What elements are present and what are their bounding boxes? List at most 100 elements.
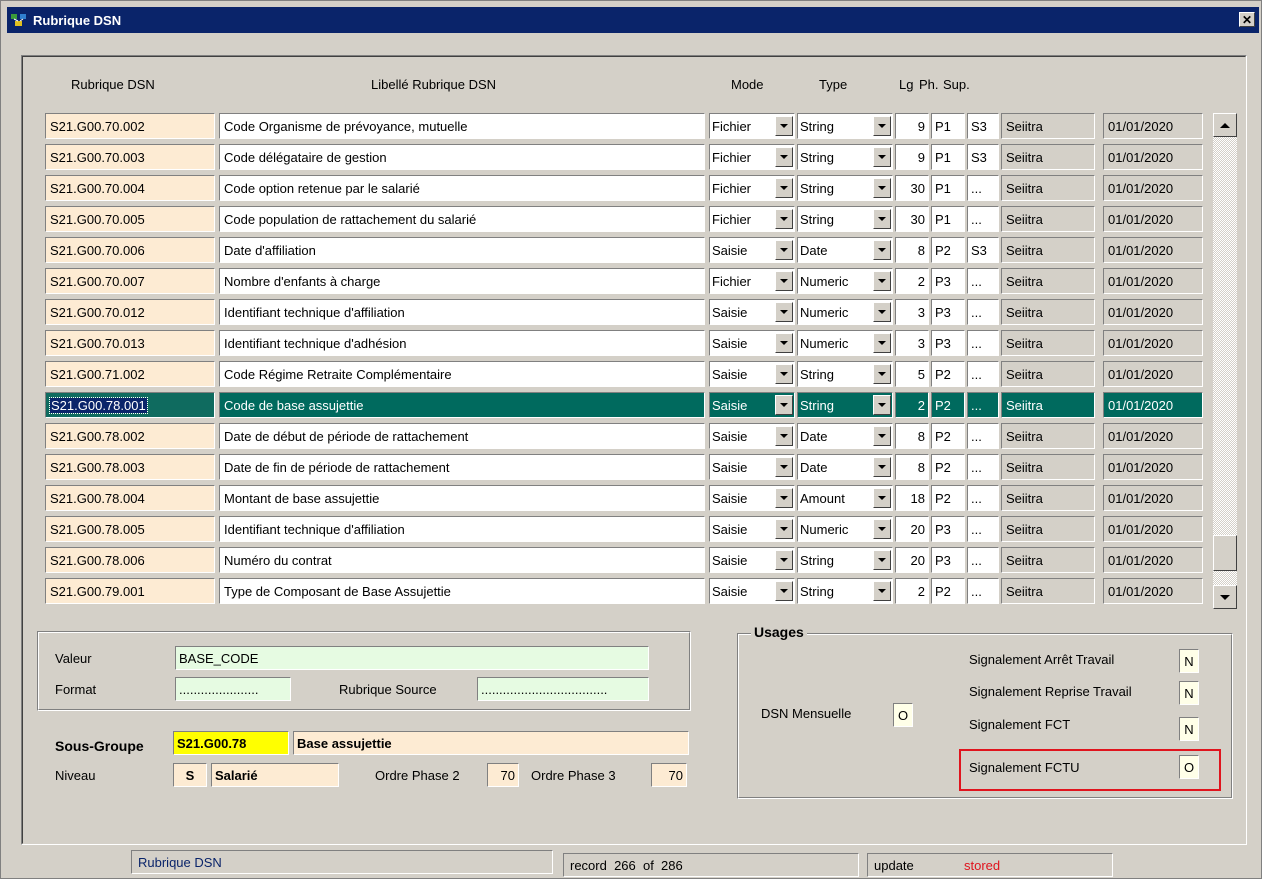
phase-cell[interactable]: P1: [931, 113, 965, 139]
rubrique-code-cell[interactable]: S21.G00.70.012: [45, 299, 215, 325]
sup-cell[interactable]: ...: [967, 299, 999, 325]
libelle-cell[interactable]: Date de fin de période de rattachement: [219, 454, 705, 480]
libelle-cell[interactable]: Identifiant technique d'adhésion: [219, 330, 705, 356]
length-cell[interactable]: 8: [895, 237, 929, 263]
dropdown-arrow-icon[interactable]: [873, 209, 891, 229]
table-row[interactable]: S21.G00.70.002 Code Organisme de prévoyan…: [45, 113, 1205, 140]
format-field[interactable]: ......................: [175, 677, 291, 701]
table-row[interactable]: S21.G00.71.002 Code Régime Retraite Compl…: [45, 361, 1205, 388]
arret-travail-field[interactable]: N: [1179, 649, 1199, 673]
rubrique-code-cell[interactable]: S21.G00.71.002: [45, 361, 215, 387]
rubrique-code-cell[interactable]: S21.G00.70.002: [45, 113, 215, 139]
libelle-cell[interactable]: Montant de base assujettie: [219, 485, 705, 511]
rubrique-code-cell[interactable]: S21.G00.78.001: [45, 392, 215, 418]
mode-dropdown[interactable]: Fichier: [709, 113, 795, 139]
table-row[interactable]: S21.G00.78.003 Date de fin de période de …: [45, 454, 1205, 481]
dsn-mensuelle-field[interactable]: O: [893, 703, 913, 727]
sup-cell[interactable]: S3: [967, 144, 999, 170]
table-row[interactable]: S21.G00.70.003 Code délégataire de gestio…: [45, 144, 1205, 171]
close-icon[interactable]: ✕: [1239, 12, 1255, 27]
phase-cell[interactable]: P1: [931, 206, 965, 232]
mode-dropdown[interactable]: Saisie: [709, 423, 795, 449]
libelle-cell[interactable]: Type de Composant de Base Assujettie: [219, 578, 705, 604]
table-row[interactable]: S21.G00.78.001 Code de base assujettie Sai…: [45, 392, 1205, 419]
fct-field[interactable]: N: [1179, 717, 1199, 741]
length-cell[interactable]: 9: [895, 113, 929, 139]
dropdown-arrow-icon[interactable]: [775, 302, 793, 322]
rubrique-code-cell[interactable]: S21.G00.70.007: [45, 268, 215, 294]
length-cell[interactable]: 8: [895, 454, 929, 480]
length-cell[interactable]: 2: [895, 268, 929, 294]
grid-scrollbar[interactable]: [1213, 113, 1237, 609]
phase-cell[interactable]: P2: [931, 361, 965, 387]
dropdown-arrow-icon[interactable]: [873, 550, 891, 570]
dropdown-arrow-icon[interactable]: [775, 333, 793, 353]
type-dropdown[interactable]: String: [797, 392, 893, 418]
rubrique-code-cell[interactable]: S21.G00.78.003: [45, 454, 215, 480]
ordre-phase2-field[interactable]: 70: [487, 763, 519, 787]
mode-dropdown[interactable]: Saisie: [709, 392, 795, 418]
dropdown-arrow-icon[interactable]: [775, 271, 793, 291]
rubrique-code-cell[interactable]: S21.G00.78.006: [45, 547, 215, 573]
dropdown-arrow-icon[interactable]: [775, 116, 793, 136]
sous-groupe-code-field[interactable]: S21.G00.78: [173, 731, 289, 755]
fctu-field[interactable]: O: [1179, 755, 1199, 779]
phase-cell[interactable]: P1: [931, 175, 965, 201]
dropdown-arrow-icon[interactable]: [873, 488, 891, 508]
dropdown-arrow-icon[interactable]: [873, 364, 891, 384]
dropdown-arrow-icon[interactable]: [775, 488, 793, 508]
rubrique-code-cell[interactable]: S21.G00.70.003: [45, 144, 215, 170]
length-cell[interactable]: 2: [895, 392, 929, 418]
libelle-cell[interactable]: Code Organisme de prévoyance, mutuelle: [219, 113, 705, 139]
dropdown-arrow-icon[interactable]: [873, 581, 891, 601]
rubrique-code-cell[interactable]: S21.G00.78.004: [45, 485, 215, 511]
libelle-cell[interactable]: Code de base assujettie: [219, 392, 705, 418]
phase-cell[interactable]: P1: [931, 144, 965, 170]
sup-cell[interactable]: ...: [967, 547, 999, 573]
table-row[interactable]: S21.G00.78.004 Montant de base assujettie…: [45, 485, 1205, 512]
type-dropdown[interactable]: String: [797, 206, 893, 232]
sup-cell[interactable]: ...: [967, 206, 999, 232]
length-cell[interactable]: 30: [895, 206, 929, 232]
dropdown-arrow-icon[interactable]: [775, 364, 793, 384]
dropdown-arrow-icon[interactable]: [775, 550, 793, 570]
title-bar[interactable]: Rubrique DSN ✕: [7, 7, 1259, 33]
rubrique-code-cell[interactable]: S21.G00.70.004: [45, 175, 215, 201]
dropdown-arrow-icon[interactable]: [775, 426, 793, 446]
mode-dropdown[interactable]: Saisie: [709, 361, 795, 387]
sup-cell[interactable]: ...: [967, 268, 999, 294]
libelle-cell[interactable]: Code option retenue par le salarié: [219, 175, 705, 201]
valeur-field[interactable]: BASE_CODE: [175, 646, 649, 670]
libelle-cell[interactable]: Code population de rattachement du salar…: [219, 206, 705, 232]
type-dropdown[interactable]: Amount: [797, 485, 893, 511]
mode-dropdown[interactable]: Fichier: [709, 144, 795, 170]
mode-dropdown[interactable]: Saisie: [709, 330, 795, 356]
ordre-phase3-field[interactable]: 70: [651, 763, 687, 787]
dropdown-arrow-icon[interactable]: [873, 271, 891, 291]
rubrique-code-cell[interactable]: S21.G00.70.006: [45, 237, 215, 263]
mode-dropdown[interactable]: Saisie: [709, 516, 795, 542]
libelle-cell[interactable]: Date de début de période de rattachement: [219, 423, 705, 449]
length-cell[interactable]: 2: [895, 578, 929, 604]
dropdown-arrow-icon[interactable]: [873, 240, 891, 260]
sup-cell[interactable]: ...: [967, 485, 999, 511]
dropdown-arrow-icon[interactable]: [873, 426, 891, 446]
type-dropdown[interactable]: String: [797, 113, 893, 139]
table-row[interactable]: S21.G00.70.004 Code option retenue par le…: [45, 175, 1205, 202]
type-dropdown[interactable]: String: [797, 144, 893, 170]
table-row[interactable]: S21.G00.79.001 Type de Composant de Base …: [45, 578, 1205, 605]
mode-dropdown[interactable]: Fichier: [709, 268, 795, 294]
phase-cell[interactable]: P2: [931, 454, 965, 480]
phase-cell[interactable]: P3: [931, 268, 965, 294]
dropdown-arrow-icon[interactable]: [775, 395, 793, 415]
table-row[interactable]: S21.G00.70.012 Identifiant technique d'af…: [45, 299, 1205, 326]
mode-dropdown[interactable]: Saisie: [709, 485, 795, 511]
sup-cell[interactable]: ...: [967, 361, 999, 387]
type-dropdown[interactable]: Numeric: [797, 516, 893, 542]
dropdown-arrow-icon[interactable]: [775, 178, 793, 198]
table-row[interactable]: S21.G00.78.006 Numéro du contrat Saisie Str…: [45, 547, 1205, 574]
length-cell[interactable]: 18: [895, 485, 929, 511]
type-dropdown[interactable]: Numeric: [797, 299, 893, 325]
phase-cell[interactable]: P2: [931, 485, 965, 511]
dropdown-arrow-icon[interactable]: [775, 240, 793, 260]
